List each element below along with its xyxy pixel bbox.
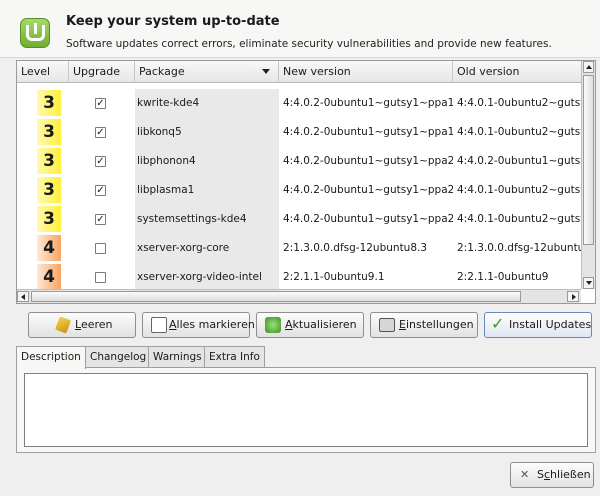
updates-table[interactable]: Level Upgrade Package New version Old ve…	[16, 60, 596, 304]
package-name: xserver-xorg-video-intel	[135, 263, 279, 289]
level-badge: 3	[37, 119, 61, 145]
table-header: Level Upgrade Package New version Old ve…	[17, 61, 581, 83]
upgrade-checkbox[interactable]: ✓	[95, 156, 106, 167]
select-all-button[interactable]: Alles markieren	[142, 312, 255, 338]
column-header-new-version[interactable]: New version	[279, 61, 453, 83]
tab-changelog[interactable]: Changelog	[85, 346, 152, 368]
table-row[interactable]: 4 xserver-xorg-core 2:1.3.0.0.dfsg-12ubu…	[17, 234, 581, 263]
scroll-up-button[interactable]	[583, 61, 594, 73]
page-subtitle: Software updates correct errors, elimina…	[66, 38, 552, 50]
close-button[interactable]: ✕ Schließen	[510, 462, 594, 488]
vertical-scroll-thumb[interactable]	[583, 75, 594, 245]
linux-mint-logo-icon	[20, 18, 50, 48]
table-row[interactable]: 3 ✓ libplasma1 4:4.0.2-0ubuntu1~gutsy1~p…	[17, 176, 581, 205]
upgrade-checkbox[interactable]: ✓	[95, 214, 106, 225]
table-row[interactable]: 3 ✓ libkonq5 4:4.0.2-0ubuntu1~gutsy1~ppa…	[17, 118, 581, 147]
sort-descending-icon	[262, 69, 270, 74]
level-badge: 3	[37, 206, 61, 232]
old-version: 4:4.0.1-0ubuntu2~gutsy	[457, 184, 581, 196]
old-version: 2:2.1.1-0ubuntu9	[457, 271, 549, 283]
install-updates-button[interactable]: ✓ Install Updates	[484, 312, 592, 338]
column-header-package-label: Package	[139, 65, 185, 78]
new-version: 4:4.0.2-0ubuntu1~gutsy1~ppa2	[283, 184, 453, 196]
tab-extra-info[interactable]: Extra Info	[204, 346, 265, 368]
old-version: 4:4.0.1-0ubuntu2~gutsy	[457, 213, 581, 225]
vertical-scrollbar[interactable]	[581, 61, 595, 289]
level-badge: 3	[37, 177, 61, 203]
upgrade-checkbox[interactable]	[95, 243, 106, 254]
package-name: libphonon4	[135, 147, 279, 176]
select-all-icon	[151, 317, 167, 333]
table-row[interactable]: 3 ✓ kwrite-kde4 4:4.0.2-0ubuntu1~gutsy1~…	[17, 89, 581, 118]
package-name: libkonq5	[135, 118, 279, 147]
preferences-button[interactable]: Einstellungen	[370, 312, 478, 338]
column-header-upgrade[interactable]: Upgrade	[69, 61, 135, 83]
level-badge: 3	[37, 90, 61, 116]
level-badge: 4	[37, 235, 61, 261]
new-version: 2:1.3.0.0.dfsg-12ubuntu8.3	[283, 242, 428, 254]
horizontal-scroll-thumb[interactable]	[31, 291, 521, 302]
tab-panel	[16, 367, 596, 453]
tab-description[interactable]: Description	[16, 346, 86, 369]
old-version: 4:4.0.2-0ubuntu1~gutsy	[457, 155, 581, 167]
old-version: 2:1.3.0.0.dfsg-12ubuntu	[457, 242, 581, 254]
level-badge: 3	[37, 148, 61, 174]
scroll-left-button[interactable]	[17, 291, 29, 302]
scroll-down-button[interactable]	[583, 277, 594, 289]
upgrade-checkbox[interactable]	[95, 272, 106, 283]
new-version: 2:2.1.1-0ubuntu9.1	[283, 271, 385, 283]
page-title: Keep your system up-to-date	[66, 14, 280, 29]
preferences-icon	[379, 318, 395, 332]
description-textarea[interactable]	[24, 373, 588, 447]
refresh-icon	[265, 317, 281, 333]
package-name: systemsettings-kde4	[135, 205, 279, 234]
new-version: 4:4.0.2-0ubuntu1~gutsy1~ppa1	[283, 126, 453, 138]
level-badge: 4	[37, 264, 61, 289]
package-name: kwrite-kde4	[135, 89, 279, 118]
tab-warnings[interactable]: Warnings	[148, 346, 207, 368]
column-header-old-version[interactable]: Old version	[453, 61, 581, 83]
table-row[interactable]: 3 ✓ systemsettings-kde4 4:4.0.2-0ubuntu1…	[17, 205, 581, 234]
upgrade-checkbox[interactable]: ✓	[95, 98, 106, 109]
new-version: 4:4.0.2-0ubuntu1~gutsy1~ppa2	[283, 213, 453, 225]
package-name: xserver-xorg-core	[135, 234, 279, 263]
column-header-package[interactable]: Package	[135, 61, 279, 83]
close-icon: ✕	[520, 468, 530, 481]
upgrade-checkbox[interactable]: ✓	[95, 127, 106, 138]
table-row[interactable]: 4 xserver-xorg-video-intel 2:2.1.1-0ubun…	[17, 263, 581, 289]
refresh-button[interactable]: Aktualisieren	[256, 312, 364, 338]
header-banner: Keep your system up-to-date Software upd…	[0, 0, 600, 58]
old-version: 4:4.0.1-0ubuntu2~gutsy	[457, 126, 581, 138]
table-body: 3 ✓ kwrite-kde4 4:4.0.2-0ubuntu1~gutsy1~…	[17, 89, 581, 289]
old-version: 4:4.0.1-0ubuntu2~gutsy	[457, 97, 581, 109]
broom-icon	[54, 316, 72, 334]
scroll-right-button[interactable]	[567, 291, 579, 302]
upgrade-checkbox[interactable]: ✓	[95, 185, 106, 196]
package-name: libplasma1	[135, 176, 279, 205]
clear-button[interactable]: Leeren	[28, 312, 136, 338]
new-version: 4:4.0.2-0ubuntu1~gutsy1~ppa2	[283, 155, 453, 167]
new-version: 4:4.0.2-0ubuntu1~gutsy1~ppa1	[283, 97, 453, 109]
checkmark-icon: ✓	[491, 314, 505, 333]
table-row[interactable]: 3 ✓ libphonon4 4:4.0.2-0ubuntu1~gutsy1~p…	[17, 147, 581, 176]
horizontal-scrollbar[interactable]	[17, 289, 581, 303]
column-header-level[interactable]: Level	[17, 61, 69, 83]
